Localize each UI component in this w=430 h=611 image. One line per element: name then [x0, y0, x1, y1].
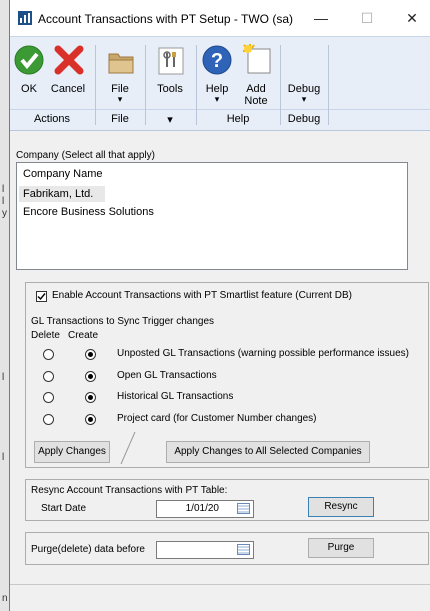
tools-icon — [158, 47, 184, 78]
start-date-field[interactable]: 1/01/20 — [156, 500, 254, 518]
company-section-label: Company (Select all that apply) — [16, 150, 155, 161]
background-text: l — [2, 372, 5, 383]
app-icon — [18, 11, 32, 25]
list-item[interactable]: Fabrikam, Ltd. — [19, 186, 105, 202]
debug-group-label: Debug — [287, 113, 321, 125]
chevron-down-icon: ▾ — [214, 94, 220, 104]
delete-radio-historical[interactable] — [43, 392, 54, 403]
sync-item-label: Project card (for Customer Number change… — [117, 413, 317, 424]
ok-button[interactable]: OK — [14, 45, 44, 105]
purge-date-field[interactable] — [156, 541, 254, 559]
purge-button[interactable]: Purge — [308, 538, 374, 558]
sync-item-label: Open GL Transactions — [117, 370, 217, 381]
note-icon — [242, 43, 272, 78]
enable-smartlist-checkbox[interactable] — [36, 291, 47, 302]
svg-text:?: ? — [211, 50, 223, 72]
list-item[interactable]: Encore Business Solutions — [19, 204, 399, 220]
calendar-icon[interactable] — [237, 544, 250, 555]
sync-item-label: Historical GL Transactions — [117, 391, 234, 402]
divider-slash — [120, 431, 136, 465]
footer-divider — [10, 584, 430, 585]
add-note-label-2: Note — [244, 95, 268, 107]
background-text: n — [2, 593, 8, 604]
maximize-button[interactable]: ☐ — [347, 6, 387, 30]
create-radio-unposted[interactable] — [85, 349, 96, 360]
cancel-x-icon — [54, 45, 84, 78]
title-bar[interactable]: Account Transactions with PT Setup - TWO… — [10, 0, 430, 36]
minimize-button[interactable]: — — [301, 6, 341, 30]
resync-button[interactable]: Resync — [308, 497, 374, 517]
background-text: l — [2, 196, 5, 207]
chevron-down-icon: ▾ — [301, 94, 307, 104]
create-radio-open[interactable] — [85, 371, 96, 382]
enable-smartlist-label[interactable]: Enable Account Transactions with PT Smar… — [52, 290, 352, 301]
company-list[interactable]: Company Name Fabrikam, Ltd. Encore Busin… — [16, 162, 408, 270]
background-text: y — [2, 208, 7, 219]
delete-radio-open[interactable] — [43, 371, 54, 382]
sync-subtitle: GL Transactions to Sync Trigger changes — [31, 316, 215, 327]
create-radio-project[interactable] — [85, 414, 96, 425]
tools-group-dropdown[interactable]: ▾ — [146, 113, 194, 126]
actions-group-label: Actions — [33, 113, 71, 125]
help-group-label: Help — [226, 113, 250, 125]
tools-menu-button[interactable]: Tools — [150, 45, 190, 109]
ribbon-separator — [328, 45, 329, 125]
delete-radio-unposted[interactable] — [43, 349, 54, 360]
help-question-icon: ? — [202, 45, 232, 78]
ribbon-group-divider — [10, 109, 430, 110]
ribbon: OK Cancel Actions File ▾ File Tools ▾ ? … — [10, 36, 430, 131]
start-date-value: 1/01/20 — [185, 503, 219, 514]
apply-all-companies-button[interactable]: Apply Changes to All Selected Companies — [166, 441, 370, 463]
checkmark-icon — [14, 45, 44, 78]
folder-icon — [108, 49, 134, 78]
add-note-button[interactable]: Add Note — [238, 41, 274, 111]
setup-window: Account Transactions with PT Setup - TWO… — [9, 0, 430, 611]
company-name: Fabrikam, Ltd. — [23, 188, 94, 200]
sync-item-label: Unposted GL Transactions (warning possib… — [117, 348, 409, 359]
cancel-label: Cancel — [50, 83, 86, 95]
cancel-button[interactable]: Cancel — [48, 45, 88, 105]
chevron-down-icon: ▾ — [117, 94, 123, 104]
purge-label: Purge(delete) data before — [31, 544, 145, 555]
create-radio-historical[interactable] — [85, 392, 96, 403]
background-window — [0, 0, 9, 611]
checkmark-icon — [37, 293, 46, 301]
background-text: l — [2, 184, 5, 195]
ribbon-separator — [280, 45, 281, 125]
company-name-column-header[interactable]: Company Name — [23, 168, 102, 180]
apply-changes-button[interactable]: Apply Changes — [34, 441, 110, 463]
create-column-header: Create — [68, 330, 99, 341]
file-menu-button[interactable]: File ▾ — [100, 45, 140, 109]
start-date-label: Start Date — [41, 503, 87, 514]
delete-column-header: Delete — [31, 330, 60, 341]
tools-label: Tools — [157, 83, 183, 95]
file-group-label: File — [111, 113, 129, 125]
close-button[interactable]: ✕ — [392, 6, 430, 30]
resync-title: Resync Account Transactions with PT Tabl… — [31, 485, 228, 496]
delete-radio-project[interactable] — [43, 414, 54, 425]
company-name: Encore Business Solutions — [23, 206, 154, 218]
ribbon-separator — [196, 45, 197, 125]
ok-label: OK — [21, 83, 37, 95]
debug-menu-button[interactable]: Debug ▾ — [284, 45, 324, 109]
background-text: l — [2, 452, 5, 463]
calendar-icon[interactable] — [237, 503, 250, 514]
add-note-label-1: Add — [246, 83, 266, 95]
help-menu-button[interactable]: ? Help ▾ — [200, 45, 234, 109]
window-title: Account Transactions with PT Setup - TWO… — [38, 12, 293, 26]
